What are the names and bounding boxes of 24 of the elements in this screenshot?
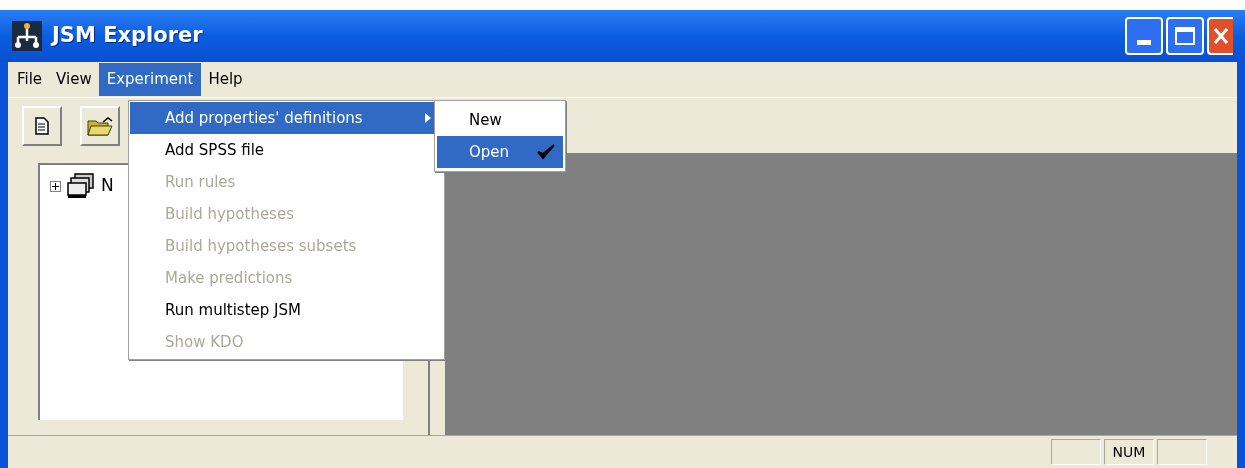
minimize-button[interactable] bbox=[1125, 17, 1163, 55]
menu-option[interactable]: Open bbox=[437, 136, 563, 168]
status-panel: NUM bbox=[1104, 439, 1154, 465]
status-panel bbox=[1157, 439, 1207, 465]
menu-item[interactable]: File bbox=[10, 63, 50, 96]
app-icon bbox=[12, 21, 42, 51]
folder-icon bbox=[87, 115, 113, 136]
expand-icon[interactable] bbox=[50, 180, 61, 192]
maximize-button[interactable] bbox=[1166, 17, 1204, 55]
menu-option[interactable]: Run multistep JSM bbox=[130, 294, 443, 326]
document-icon bbox=[35, 116, 49, 135]
computers-icon bbox=[67, 173, 95, 199]
window-title: JSM Explorer bbox=[52, 22, 203, 50]
new-button[interactable] bbox=[22, 105, 62, 146]
menu-item[interactable]: Help bbox=[201, 63, 250, 96]
menu-item[interactable]: Experiment bbox=[98, 63, 202, 96]
tree-item[interactable]: N bbox=[101, 173, 114, 199]
status-panel bbox=[1051, 439, 1101, 465]
menu-item[interactable]: View bbox=[49, 63, 99, 96]
close-button[interactable] bbox=[1207, 17, 1233, 55]
minimize-icon bbox=[1137, 40, 1151, 45]
maximize-icon bbox=[1175, 27, 1195, 45]
close-icon bbox=[1213, 27, 1229, 45]
open-button[interactable] bbox=[80, 105, 120, 146]
